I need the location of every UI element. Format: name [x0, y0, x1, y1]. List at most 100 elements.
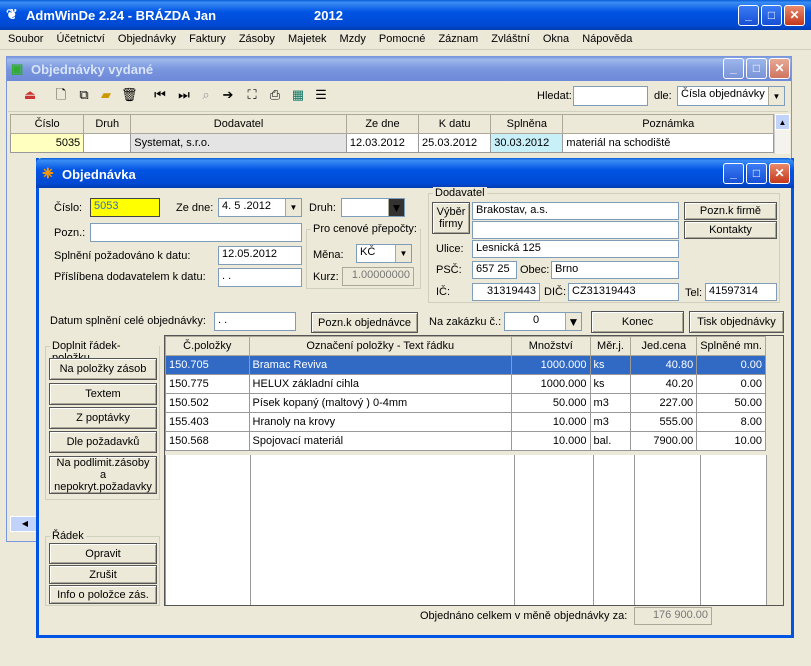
table-row[interactable]: 5035 Systemat, s.r.o. 12.03.2012 25.03.2…: [9, 133, 774, 153]
orders-close-button[interactable]: ✕: [769, 58, 790, 79]
go-icon[interactable]: ➔: [220, 87, 236, 103]
col-k-datu[interactable]: K datu: [418, 114, 492, 134]
menu-objednavky[interactable]: Objednávky: [118, 33, 176, 45]
search-icon[interactable]: ⌕: [198, 87, 214, 103]
info-o-polozce-button[interactable]: Info o položce zás.: [49, 585, 157, 604]
dialog-minimize-button[interactable]: _: [723, 163, 744, 184]
table-row[interactable]: 150.502 Písek kopaný (maltový ) 0-4mm 50…: [165, 393, 766, 413]
row-poznamka: materiál na schodiště: [562, 133, 774, 153]
col-jedcena[interactable]: Jed.cena: [630, 336, 698, 356]
splneni-input[interactable]: 12.05.2012: [218, 246, 302, 265]
col-dodavatel[interactable]: Dodavatel: [130, 114, 347, 134]
konec-button[interactable]: Konec: [591, 311, 684, 333]
orders-minimize-button[interactable]: _: [723, 58, 744, 79]
firma-input-2[interactable]: [472, 221, 679, 239]
table-row[interactable]: 150.775 HELUX základní cihla 1000.000 ks…: [165, 374, 766, 394]
scroll-up-icon[interactable]: ▲: [775, 114, 790, 130]
last-record-icon[interactable]: ⏭: [176, 87, 192, 103]
row-cislo: 5035: [9, 133, 85, 153]
zrusit-button[interactable]: Zrušit: [49, 565, 157, 584]
copy-icon[interactable]: ⧉: [76, 87, 92, 103]
psc-input[interactable]: 657 25: [472, 261, 517, 279]
ze-dne-picker[interactable]: 4. 5 .2012 ▼: [218, 198, 302, 217]
first-record-icon[interactable]: ⏮: [152, 87, 168, 103]
menu-mzdy[interactable]: Mzdy: [340, 33, 366, 45]
menu-zaznam[interactable]: Záznam: [438, 33, 478, 45]
print-icon[interactable]: ⎙: [267, 87, 283, 103]
datum-splneni-label: Datum splnění celé objednávky:: [50, 315, 206, 327]
ic-input[interactable]: 31319443: [472, 283, 540, 301]
report-icon[interactable]: ☰: [313, 87, 329, 103]
pozn-objednavce-button[interactable]: Pozn.k objednávce: [311, 312, 418, 333]
kontakty-button[interactable]: Kontakty: [684, 221, 777, 239]
search-by-select[interactable]: Čísla objednávky ▼: [677, 86, 785, 106]
z-poptavky-button[interactable]: Z poptávky: [49, 407, 157, 429]
chevron-down-icon[interactable]: ▼: [395, 245, 411, 262]
menu-faktury[interactable]: Faktury: [189, 33, 226, 45]
col-druh[interactable]: Druh: [83, 114, 132, 134]
col-oznaceni[interactable]: Označení položky - Text řádku: [248, 336, 512, 356]
table-row[interactable]: 155.403 Hranoly na krovy 10.000 m3 555.0…: [165, 412, 766, 432]
tel-input[interactable]: 41597314: [705, 283, 777, 301]
pozn-firme-button[interactable]: Pozn.k firmě: [684, 202, 777, 220]
na-polozky-zasob-button[interactable]: Na položky zásob: [49, 358, 157, 380]
menu-majetek[interactable]: Majetek: [288, 33, 327, 45]
chevron-down-icon[interactable]: ▼: [388, 199, 404, 216]
druh-select[interactable]: ▼: [341, 198, 405, 217]
firma-input[interactable]: Brakostav, a.s.: [472, 202, 679, 220]
ulice-input[interactable]: Lesnická 125: [472, 240, 679, 258]
app-minimize-button[interactable]: _: [738, 5, 759, 26]
app-close-button[interactable]: ✕: [784, 5, 805, 26]
open-folder-icon[interactable]: ▰: [98, 87, 114, 103]
na-podlimit-zasoby-button[interactable]: Na podlimit.zásoby a nepokryt.požadavky: [49, 456, 157, 494]
menu-zasoby[interactable]: Zásoby: [239, 33, 275, 45]
opravit-button[interactable]: Opravit: [49, 543, 157, 564]
order-dialog-title: Objednávka: [62, 167, 136, 182]
chevron-down-icon[interactable]: ▼: [768, 87, 784, 105]
app-maximize-button[interactable]: □: [761, 5, 782, 26]
menu-soubor[interactable]: Soubor: [8, 33, 43, 45]
table-row[interactable]: 150.705 Bramac Reviva 1000.000 ks 40.80 …: [165, 355, 766, 375]
col-cpolozky[interactable]: Č.položky: [165, 336, 250, 356]
datum-splneni-input[interactable]: . .: [214, 312, 296, 331]
orders-maximize-button[interactable]: □: [746, 58, 767, 79]
col-mnozstvi[interactable]: Množství: [510, 336, 591, 356]
chevron-down-icon[interactable]: ▼: [565, 313, 581, 330]
dialog-close-button[interactable]: ✕: [769, 163, 790, 184]
mena-select[interactable]: KČ ▼: [356, 244, 412, 263]
col-merj[interactable]: Měr.j.: [589, 336, 632, 356]
search-input[interactable]: [573, 86, 648, 106]
dle-pozadavku-button[interactable]: Dle požadavků: [49, 431, 157, 453]
menu-napoveda[interactable]: Nápověda: [582, 33, 632, 45]
dic-input[interactable]: CZ31319443: [568, 283, 679, 301]
obec-input[interactable]: Brno: [551, 261, 679, 279]
zakazka-select[interactable]: 0 ▼: [504, 312, 582, 331]
textem-button[interactable]: Textem: [49, 383, 157, 405]
menu-okna[interactable]: Okna: [543, 33, 569, 45]
col-splnena[interactable]: Splněna: [490, 114, 564, 134]
prislibena-input[interactable]: . .: [218, 268, 302, 287]
kurz-input: 1.00000000: [342, 267, 414, 286]
prepocty-title: Pro cenové přepočty:: [311, 223, 419, 235]
excel-export-icon[interactable]: ▦: [290, 87, 306, 103]
menu-ucetnictvi[interactable]: Účetnictví: [57, 33, 105, 45]
cislo-input[interactable]: 5053: [90, 198, 160, 217]
col-cislo[interactable]: Číslo: [9, 114, 85, 134]
tisk-objednavky-button[interactable]: Tisk objednávky: [689, 311, 784, 333]
col-ze-dne[interactable]: Ze dne: [345, 114, 420, 134]
col-poznamka[interactable]: Poznámka: [562, 114, 774, 134]
pozn-input[interactable]: [90, 223, 302, 242]
exit-icon[interactable]: ⏏: [22, 87, 38, 103]
menu-zvlastni[interactable]: Zvláštní: [491, 33, 530, 45]
orders-scrollbar[interactable]: ▲: [774, 114, 790, 154]
dialog-maximize-button[interactable]: □: [746, 163, 767, 184]
select-icon[interactable]: ⛶: [244, 87, 260, 103]
chevron-down-icon[interactable]: ▼: [285, 199, 301, 216]
delete-icon[interactable]: 🗑: [121, 87, 138, 103]
item-mj: m3: [589, 393, 632, 413]
menu-pomocne[interactable]: Pomocné: [379, 33, 425, 45]
table-row[interactable]: 150.568 Spojovací materiál 10.000 bal. 7…: [165, 431, 766, 451]
vyber-firmy-button[interactable]: Výběr firmy: [432, 202, 470, 234]
new-document-icon[interactable]: 🗋: [53, 87, 69, 103]
col-splnene[interactable]: Splněné mn.: [696, 336, 766, 356]
